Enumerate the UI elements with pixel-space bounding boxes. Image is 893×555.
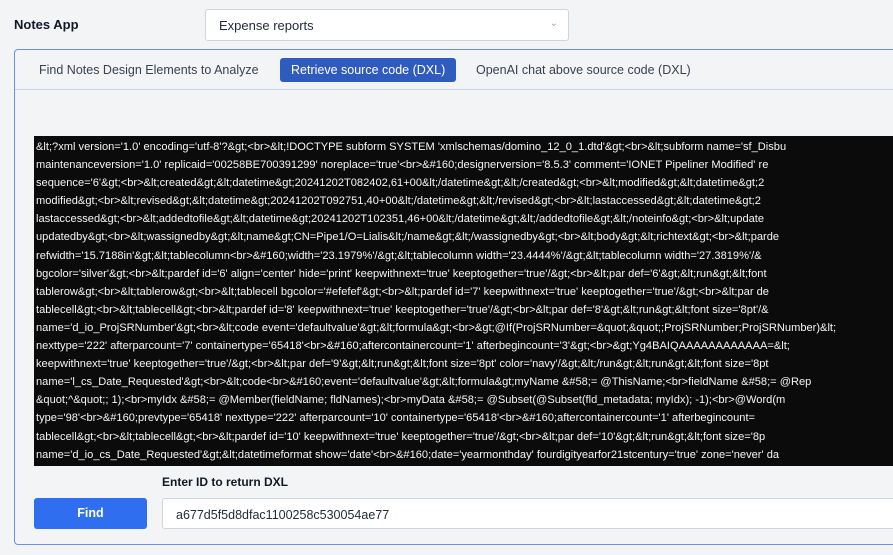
- source-line: name='l_cs_Date_Requested'&gt;<br>&lt;co…: [36, 376, 812, 389]
- source-line: &quot;^&quot;; 1);<br>myIdx &#58;= @Memb…: [36, 394, 786, 407]
- source-line: tablecell&gt;<br>&lt;tablecell&gt;<br>&l…: [36, 430, 766, 443]
- source-line: tablerow&gt;<br>&lt;tablerow&gt;<br>&lt;…: [36, 285, 769, 298]
- find-button[interactable]: Find: [34, 498, 147, 529]
- source-line: refwidth='15.7188in'&gt;&lt;tablecolumn<…: [36, 249, 762, 262]
- source-line: updatedby&gt;<br>&lt;wassignedby&gt;&lt;…: [36, 231, 780, 244]
- main-panel: Find Notes Design Elements to Analyze Re…: [14, 49, 893, 545]
- source-line: tablecell&gt;<br>&lt;tablecell&gt;<br>&l…: [36, 303, 769, 316]
- source-line: type='98'<br>&#160;prevtype='65418' next…: [36, 412, 756, 425]
- id-input[interactable]: a677d5f5d8dfac1100258c530054ae77: [162, 498, 893, 529]
- source-line: sequence='6'&gt;<br>&lt;created&gt;&lt;d…: [36, 177, 765, 190]
- source-line: keepwithnext='true' keeptogether='true'/…: [36, 358, 769, 371]
- source-line: &lt;?xml version='1.0' encoding='utf-8'?…: [36, 141, 787, 153]
- chevron-down-icon: ⌄: [549, 18, 558, 29]
- tab-openai-chat[interactable]: OpenAI chat above source code (DXL): [465, 58, 702, 82]
- source-line: modified&gt;<br>&lt;revised&gt;&lt;datet…: [36, 195, 761, 208]
- tab-bar: Find Notes Design Elements to Analyze Re…: [15, 50, 893, 90]
- app-label: Notes App: [14, 17, 79, 32]
- source-code-output[interactable]: &lt;?xml version='1.0' encoding='utf-8'?…: [34, 136, 893, 466]
- source-line: bgcolor='silver'&gt;<br>&lt;pardef id='6…: [36, 267, 767, 280]
- source-line: name='d_io_ProjSRNumber'&gt;<br>&lt;code…: [36, 321, 837, 334]
- source-line: lastaccessed&gt;<br>&lt;addedtofile&gt;&…: [36, 213, 765, 226]
- id-input-label: Enter ID to return DXL: [162, 475, 289, 489]
- source-line: nexttype='222' afterparcount='7' contain…: [36, 340, 790, 353]
- tab-retrieve-source[interactable]: Retrieve source code (DXL): [280, 58, 457, 82]
- database-select-value: Expense reports: [219, 18, 314, 33]
- database-select[interactable]: Expense reports ⌄: [205, 9, 569, 41]
- source-line: maintenanceversion='1.0' replicaid='0025…: [36, 159, 769, 172]
- source-line: name='d_io_cs_Date_Requested'&gt;&lt;dat…: [36, 448, 780, 461]
- tab-find-design-elements[interactable]: Find Notes Design Elements to Analyze: [28, 58, 270, 82]
